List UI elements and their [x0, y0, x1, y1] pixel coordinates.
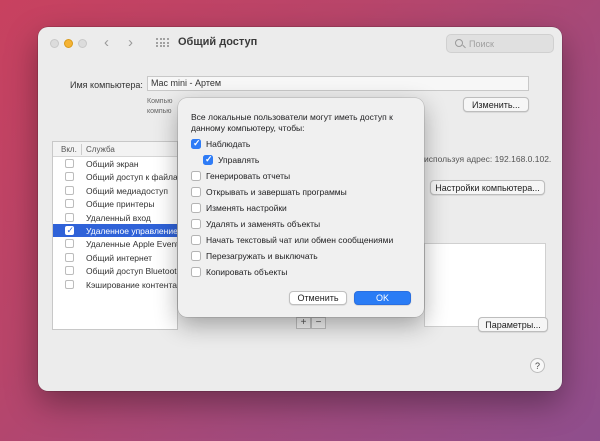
service-label: Кэширование контента [86, 279, 177, 290]
option-label: Изменять настройки [206, 203, 287, 213]
checkbox[interactable] [191, 251, 201, 261]
change-name-button[interactable]: Изменить... [463, 97, 529, 112]
service-label: Общий интернет [86, 252, 153, 263]
checkbox[interactable] [191, 187, 201, 197]
service-label: Общий доступ к файлам [86, 172, 177, 183]
search-field[interactable]: Поиск [446, 34, 554, 53]
help-button[interactable]: ? [530, 358, 545, 373]
close-button[interactable] [50, 39, 59, 48]
forward-chevron-icon[interactable]: › [128, 35, 133, 50]
parameters-button[interactable]: Параметры... [478, 317, 548, 332]
service-row-internet-sharing[interactable]: Общий интернет [53, 251, 177, 264]
service-checkbox[interactable] [65, 185, 74, 195]
computer-name-subtext: Компью компью [147, 97, 172, 117]
service-checkbox[interactable] [65, 252, 74, 262]
titlebar: ‹ › Общий доступ Поиск [38, 27, 562, 61]
checkbox[interactable] [191, 267, 201, 277]
computer-name-field[interactable]: Mac mini - Артем [147, 76, 529, 91]
option-label: Перезагружать и выключать [206, 251, 318, 261]
show-all-grid-icon[interactable] [156, 38, 169, 48]
add-user-button[interactable]: + [296, 317, 311, 329]
computer-name-label: Имя компьютера: [70, 80, 143, 90]
service-label: Удаленный вход [86, 212, 151, 223]
checkbox-checked[interactable] [203, 154, 213, 165]
users-list [424, 243, 546, 327]
back-chevron-icon[interactable]: ‹ [104, 35, 109, 50]
service-row-media-sharing[interactable]: Общий медиадоступ [53, 184, 177, 197]
service-label: Общий медиадоступ [86, 185, 168, 196]
sheet-message: Все локальные пользователи могут иметь д… [191, 112, 393, 133]
remove-user-button[interactable]: − [311, 317, 326, 329]
checkbox[interactable] [191, 171, 201, 181]
checkbox[interactable] [191, 235, 201, 245]
service-row-printer-sharing[interactable]: Общие принтеры [53, 197, 177, 210]
option-label: Наблюдать [206, 139, 251, 149]
service-checkbox[interactable] [65, 279, 74, 289]
service-label: Общие принтеры [86, 199, 155, 210]
service-label: Общий доступ Bluetooth [86, 266, 177, 277]
window-title: Общий доступ [178, 36, 258, 48]
minimize-button[interactable] [64, 39, 73, 48]
service-row-remote-apple-events[interactable]: Удаленные Apple Events [53, 237, 177, 250]
option-label: Копировать объекты [206, 267, 288, 277]
option-label: Управлять [218, 155, 260, 165]
subtext-line-1: Компью [147, 98, 173, 105]
column-on-header: Вкл. [61, 145, 77, 154]
checkbox[interactable] [191, 219, 201, 229]
option-label: Генерировать отчеты [206, 171, 291, 181]
zoom-button[interactable] [78, 39, 87, 48]
service-row-content-caching[interactable]: Кэширование контента [53, 278, 177, 291]
service-row-screen-sharing[interactable]: Общий экран [53, 157, 177, 170]
option-label: Начать текстовый чат или обмен сообщения… [206, 235, 394, 245]
ok-button[interactable]: OK [354, 291, 411, 305]
service-checkbox[interactable] [65, 266, 74, 276]
checkbox[interactable] [191, 203, 201, 213]
service-row-remote-login[interactable]: Удаленный вход [53, 211, 177, 224]
services-header: Вкл. Служба [53, 142, 177, 157]
service-label: Общий экран [86, 159, 139, 169]
service-checkbox[interactable] [65, 239, 74, 249]
column-divider [81, 144, 82, 155]
service-checkbox[interactable] [65, 172, 74, 182]
add-remove-buttons: + − [296, 317, 328, 329]
service-label: Удаленное управление [86, 225, 177, 236]
remote-management-options-sheet: Все локальные пользователи могут иметь д… [178, 98, 424, 317]
service-checkbox[interactable] [65, 212, 74, 222]
ip-address-text: используя адрес: 192.168.0.102. [424, 154, 552, 164]
subtext-line-2: компью [147, 108, 172, 115]
services-list: Вкл. Служба Общий экран Общий доступ к ф… [52, 141, 178, 330]
column-service-header: Служба [86, 145, 115, 154]
service-checkbox[interactable] [65, 159, 74, 168]
service-row-remote-management[interactable]: Удаленное управление [53, 223, 177, 238]
search-placeholder: Поиск [469, 39, 494, 49]
service-row-bluetooth-sharing[interactable]: Общий доступ Bluetooth [53, 264, 177, 277]
option-label: Удалять и заменять объекты [206, 219, 321, 229]
cancel-button[interactable]: Отменить [289, 291, 347, 305]
checkbox-checked[interactable] [191, 138, 201, 149]
computer-settings-button[interactable]: Настройки компьютера... [430, 180, 545, 195]
service-checkbox-checked[interactable] [65, 225, 74, 236]
option-label: Открывать и завершать программы [206, 187, 347, 197]
service-row-file-sharing[interactable]: Общий доступ к файлам [53, 170, 177, 183]
service-checkbox[interactable] [65, 199, 74, 209]
search-icon [455, 39, 463, 47]
service-label: Удаленные Apple Events [86, 239, 177, 250]
